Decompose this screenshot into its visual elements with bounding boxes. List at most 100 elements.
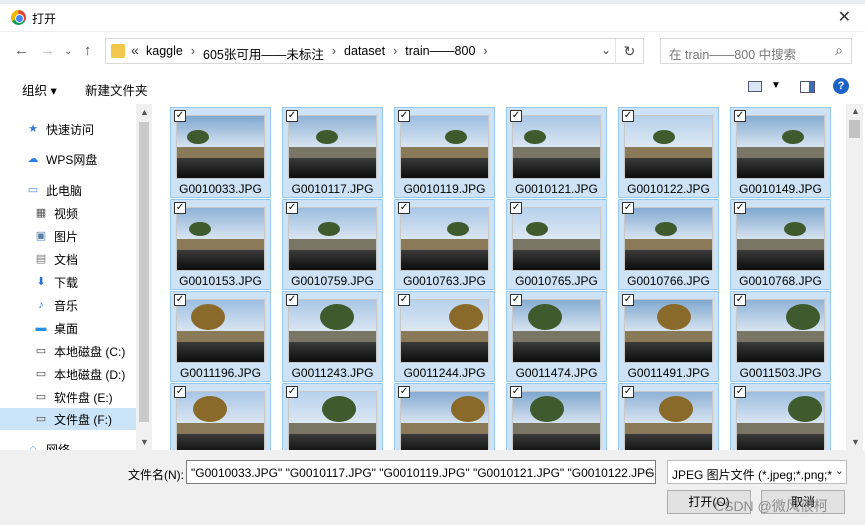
checkbox[interactable]: ✓ xyxy=(510,294,522,306)
breadcrumb-item[interactable]: 605张可用——未标注 xyxy=(203,44,324,63)
view-dropdown-icon[interactable]: ▼ xyxy=(771,80,781,91)
breadcrumb-item[interactable]: dataset xyxy=(344,44,385,63)
search-input[interactable]: 在 train——800 中搜索 ⌕ xyxy=(660,38,852,64)
file-tile[interactable]: ✓ xyxy=(618,383,719,450)
help-icon[interactable]: ? xyxy=(833,78,849,94)
checkbox[interactable]: ✓ xyxy=(734,294,746,306)
sidebar-item-downloads[interactable]: ⬇ 下载 xyxy=(34,271,152,293)
file-tile[interactable]: ✓ G0011196.JPG xyxy=(170,291,271,382)
sidebar-item-network[interactable]: ⌂ 网络 xyxy=(26,438,152,451)
sidebar-item-drive-e[interactable]: ▭ 软件盘 (E:) xyxy=(34,386,152,408)
breadcrumb-item[interactable]: kaggle xyxy=(146,44,183,63)
file-tile[interactable]: ✓ G0011243.JPG xyxy=(282,291,383,382)
file-tile[interactable]: ✓ G0010149.JPG xyxy=(730,107,831,198)
file-tile[interactable]: ✓ G0010119.JPG xyxy=(394,107,495,198)
checkbox[interactable]: ✓ xyxy=(622,110,634,122)
chevron-right-icon[interactable]: › xyxy=(483,44,487,63)
scrollbar-thumb[interactable] xyxy=(139,122,149,422)
checkbox[interactable]: ✓ xyxy=(174,110,186,122)
sidebar-item-drive-c[interactable]: ▭ 本地磁盘 (C:) xyxy=(34,340,152,362)
sidebar-item-drive-d[interactable]: ▭ 本地磁盘 (D:) xyxy=(34,363,152,385)
file-tile[interactable]: ✓ xyxy=(170,383,271,450)
recent-dropdown-icon[interactable]: ⌄ xyxy=(64,46,72,57)
file-tile[interactable]: ✓ G0011491.JPG xyxy=(618,291,719,382)
sidebar-item-quick-access[interactable]: ★ 快速访问 xyxy=(26,118,152,140)
back-arrow-icon[interactable]: ← xyxy=(14,42,29,59)
file-name: G0010122.JPG xyxy=(627,182,710,196)
checkbox[interactable]: ✓ xyxy=(510,386,522,398)
file-tile[interactable]: ✓ G0010121.JPG xyxy=(506,107,607,198)
view-options-icon[interactable] xyxy=(748,81,762,92)
file-tile[interactable]: ✓ xyxy=(394,383,495,450)
new-folder-button[interactable]: 新建文件夹 xyxy=(85,80,148,99)
close-icon[interactable]: ✕ xyxy=(838,7,851,27)
checkbox[interactable]: ✓ xyxy=(398,386,410,398)
checkbox[interactable]: ✓ xyxy=(622,294,634,306)
file-tile[interactable]: ✓ G0011503.JPG xyxy=(730,291,831,382)
scrollbar-thumb[interactable] xyxy=(849,120,860,138)
checkbox[interactable]: ✓ xyxy=(286,294,298,306)
filename-field[interactable]: "G0010033.JPG" "G0010117.JPG" "G0010119.… xyxy=(186,460,656,484)
checkbox[interactable]: ✓ xyxy=(174,294,186,306)
scroll-down-icon[interactable]: ▼ xyxy=(140,437,149,447)
file-tile[interactable]: ✓ G0011244.JPG xyxy=(394,291,495,382)
refresh-icon[interactable]: ↻ xyxy=(615,39,643,63)
file-tile[interactable]: ✓ G0010033.JPG xyxy=(170,107,271,198)
sidebar-item-drive-f[interactable]: ▭ 文件盘 (F:) xyxy=(0,408,136,430)
chevron-right-icon[interactable]: › xyxy=(332,44,336,63)
sidebar-item-music[interactable]: ♪ 音乐 xyxy=(34,294,152,316)
sidebar-item-documents[interactable]: ▤ 文档 xyxy=(34,248,152,270)
filetype-select[interactable]: JPEG 图片文件 (*.jpeg;*.png;* ⌄ xyxy=(667,460,847,484)
file-grid-scrollbar[interactable]: ▲ ▼ xyxy=(846,104,863,450)
checkbox[interactable]: ✓ xyxy=(174,386,186,398)
scroll-down-icon[interactable]: ▼ xyxy=(851,437,860,447)
file-tile[interactable]: ✓ G0010763.JPG xyxy=(394,199,495,290)
checkbox[interactable]: ✓ xyxy=(510,110,522,122)
file-tile[interactable]: ✓ G0010117.JPG xyxy=(282,107,383,198)
file-tile[interactable]: ✓ G0011474.JPG xyxy=(506,291,607,382)
scroll-up-icon[interactable]: ▲ xyxy=(851,106,860,116)
sidebar-item-this-pc[interactable]: ▭ 此电脑 xyxy=(26,179,152,201)
checkbox[interactable]: ✓ xyxy=(286,110,298,122)
checkbox[interactable]: ✓ xyxy=(622,202,634,214)
file-tile[interactable]: ✓ G0010766.JPG xyxy=(618,199,719,290)
breadcrumb-item[interactable]: train——800 xyxy=(405,44,475,63)
checkbox[interactable]: ✓ xyxy=(398,110,410,122)
organize-button[interactable]: 组织 ▾ xyxy=(22,80,57,99)
chevron-right-icon[interactable]: › xyxy=(393,44,397,63)
up-arrow-icon[interactable]: ↑ xyxy=(84,42,92,59)
file-tile[interactable]: ✓ G0010122.JPG xyxy=(618,107,719,198)
sidebar-item-wps-cloud[interactable]: ☁ WPS网盘 xyxy=(26,148,152,170)
checkbox[interactable]: ✓ xyxy=(398,294,410,306)
checkbox[interactable]: ✓ xyxy=(622,386,634,398)
sidebar-item-videos[interactable]: ▦ 视频 xyxy=(34,202,152,224)
preview-pane-icon[interactable] xyxy=(800,81,815,93)
checkbox[interactable]: ✓ xyxy=(734,110,746,122)
file-tile[interactable]: ✓ G0010759.JPG xyxy=(282,199,383,290)
chevron-down-icon[interactable]: ⌄ xyxy=(644,464,653,477)
address-bar[interactable]: « kaggle › 605张可用——未标注 › dataset › train——8… xyxy=(105,38,644,64)
address-dropdown-icon[interactable]: ⌄ xyxy=(601,43,611,57)
chevron-down-icon[interactable]: ⌄ xyxy=(834,464,844,477)
search-icon[interactable]: ⌕ xyxy=(835,42,843,59)
checkbox[interactable]: ✓ xyxy=(734,202,746,214)
sidebar-item-pictures[interactable]: ▣ 图片 xyxy=(34,225,152,247)
checkbox[interactable]: ✓ xyxy=(286,202,298,214)
file-tile[interactable]: ✓ xyxy=(282,383,383,450)
scroll-up-icon[interactable]: ▲ xyxy=(140,107,149,117)
file-tile[interactable]: ✓ xyxy=(730,383,831,450)
overflow-chevron-icon[interactable]: « xyxy=(131,42,139,58)
checkbox[interactable]: ✓ xyxy=(398,202,410,214)
file-tile[interactable]: ✓ G0010765.JPG xyxy=(506,199,607,290)
chevron-right-icon[interactable]: › xyxy=(191,44,195,63)
forward-arrow-icon[interactable]: → xyxy=(40,42,55,59)
checkbox[interactable]: ✓ xyxy=(174,202,186,214)
file-tile[interactable]: ✓ G0010768.JPG xyxy=(730,199,831,290)
checkbox[interactable]: ✓ xyxy=(510,202,522,214)
file-tile[interactable]: ✓ xyxy=(506,383,607,450)
sidebar-scrollbar[interactable]: ▲ ▼ xyxy=(136,104,152,450)
checkbox[interactable]: ✓ xyxy=(734,386,746,398)
checkbox[interactable]: ✓ xyxy=(286,386,298,398)
file-tile[interactable]: ✓ G0010153.JPG xyxy=(170,199,271,290)
sidebar-item-desktop[interactable]: ▬ 桌面 xyxy=(34,317,152,339)
